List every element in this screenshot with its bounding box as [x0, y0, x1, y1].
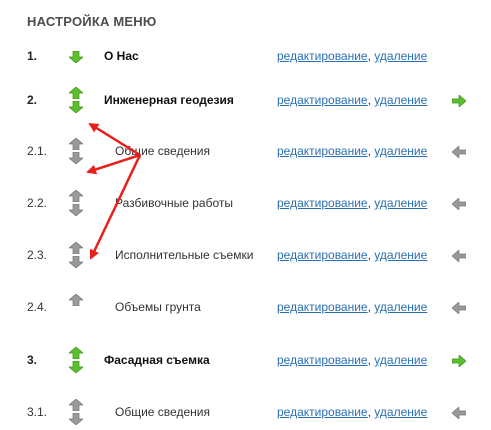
- row-actions: редактирование, удаление: [277, 405, 427, 419]
- page-title: НАСТРОЙКА МЕНЮ: [27, 14, 157, 29]
- menu-row-number: 1.: [27, 49, 38, 63]
- row-actions: редактирование, удаление: [277, 196, 427, 210]
- menu-row: 2. Инженерная геодезия редактирование, уда…: [0, 85, 491, 115]
- menu-row: 1. О Нас редактирование, удаление: [0, 41, 491, 71]
- indent-right-arrow-icon[interactable]: [451, 94, 467, 108]
- edit-link[interactable]: редактирование: [277, 49, 368, 63]
- menu-row: 3. Фасадная съемка редактирование, удалени…: [0, 345, 491, 375]
- edit-link[interactable]: редактирование: [277, 353, 368, 367]
- actions-separator: ,: [367, 144, 371, 158]
- move-up-arrow-icon[interactable]: [68, 398, 84, 412]
- actions-separator: ,: [367, 49, 371, 63]
- reorder-controls: [68, 86, 84, 114]
- row-actions: редактирование, удаление: [277, 144, 427, 158]
- delete-link[interactable]: удаление: [374, 49, 427, 63]
- menu-row-number: 3.: [27, 353, 38, 367]
- outdent-left-arrow-icon[interactable]: [451, 249, 467, 263]
- outdent-left-arrow-icon[interactable]: [451, 145, 467, 159]
- menu-item-label: Фасадная съемка: [104, 353, 210, 367]
- delete-link[interactable]: удаление: [374, 353, 427, 367]
- row-actions: редактирование, удаление: [277, 248, 427, 262]
- menu-item-label: Объемы грунта: [115, 300, 201, 314]
- edit-link[interactable]: редактирование: [277, 144, 368, 158]
- edit-link[interactable]: редактирование: [277, 300, 368, 314]
- menu-row-number: 2.1.: [27, 144, 48, 158]
- move-down-arrow-icon[interactable]: [68, 255, 84, 269]
- move-down-arrow-icon[interactable]: [68, 412, 84, 426]
- reorder-controls: [68, 293, 84, 321]
- reorder-controls: [68, 346, 84, 374]
- move-up-arrow-icon[interactable]: [68, 293, 84, 307]
- outdent-left-arrow-icon[interactable]: [451, 197, 467, 211]
- edit-link[interactable]: редактирование: [277, 196, 368, 210]
- actions-separator: ,: [367, 405, 371, 419]
- menu-row: 2.2. Разбивочные работы редактирование, уд…: [0, 188, 491, 218]
- reorder-controls: [68, 42, 84, 70]
- row-actions: редактирование, удаление: [277, 353, 427, 367]
- delete-link[interactable]: удаление: [374, 405, 427, 419]
- row-actions: редактирование, удаление: [277, 300, 427, 314]
- menu-row: 2.4. Объемы грунта редактирование, удалени…: [0, 292, 491, 322]
- delete-link[interactable]: удаление: [374, 196, 427, 210]
- menu-row-number: 2.4.: [27, 300, 48, 314]
- actions-separator: ,: [367, 300, 371, 314]
- reorder-controls: [68, 241, 84, 269]
- edit-link[interactable]: редактирование: [277, 248, 368, 262]
- reorder-controls: [68, 398, 84, 426]
- actions-separator: ,: [367, 196, 371, 210]
- delete-link[interactable]: удаление: [374, 93, 427, 107]
- move-down-arrow-icon[interactable]: [68, 100, 84, 114]
- reorder-controls: [68, 189, 84, 217]
- menu-row: 2.3. Исполнительные съемки редактирование,…: [0, 240, 491, 270]
- move-up-arrow-icon[interactable]: [68, 346, 84, 360]
- edit-link[interactable]: редактирование: [277, 93, 368, 107]
- menu-row-number: 3.1.: [27, 405, 48, 419]
- menu-row-number: 2.3.: [27, 248, 48, 262]
- reorder-controls: [68, 137, 84, 165]
- menu-item-label: Общие сведения: [115, 405, 210, 419]
- menu-item-label: О Нас: [104, 49, 139, 63]
- row-actions: редактирование, удаление: [277, 49, 427, 63]
- menu-row: 3.1. Общие сведения редактирование, удален…: [0, 397, 491, 427]
- move-up-arrow-icon[interactable]: [68, 86, 84, 100]
- move-down-arrow-icon[interactable]: [68, 151, 84, 165]
- delete-link[interactable]: удаление: [374, 248, 427, 262]
- move-down-arrow-icon[interactable]: [68, 203, 84, 217]
- actions-separator: ,: [367, 93, 371, 107]
- actions-separator: ,: [367, 353, 371, 367]
- edit-link[interactable]: редактирование: [277, 405, 368, 419]
- move-up-arrow-icon[interactable]: [68, 189, 84, 203]
- menu-item-label: Общие сведения: [115, 144, 210, 158]
- move-up-arrow-icon[interactable]: [68, 137, 84, 151]
- delete-link[interactable]: удаление: [374, 144, 427, 158]
- move-up-arrow-icon[interactable]: [68, 241, 84, 255]
- menu-row-number: 2.2.: [27, 196, 48, 210]
- actions-separator: ,: [367, 248, 371, 262]
- row-actions: редактирование, удаление: [277, 93, 427, 107]
- move-down-arrow-icon[interactable]: [68, 50, 84, 64]
- menu-item-label: Инженерная геодезия: [104, 93, 234, 107]
- indent-right-arrow-icon[interactable]: [451, 354, 467, 368]
- delete-link[interactable]: удаление: [374, 300, 427, 314]
- outdent-left-arrow-icon[interactable]: [451, 301, 467, 315]
- menu-item-label: Разбивочные работы: [115, 196, 234, 210]
- move-down-arrow-icon[interactable]: [68, 360, 84, 374]
- menu-item-label: Исполнительные съемки: [115, 248, 254, 262]
- menu-row: 2.1. Общие сведения редактирование, удален…: [0, 136, 491, 166]
- menu-row-number: 2.: [27, 93, 38, 107]
- outdent-left-arrow-icon[interactable]: [451, 406, 467, 420]
